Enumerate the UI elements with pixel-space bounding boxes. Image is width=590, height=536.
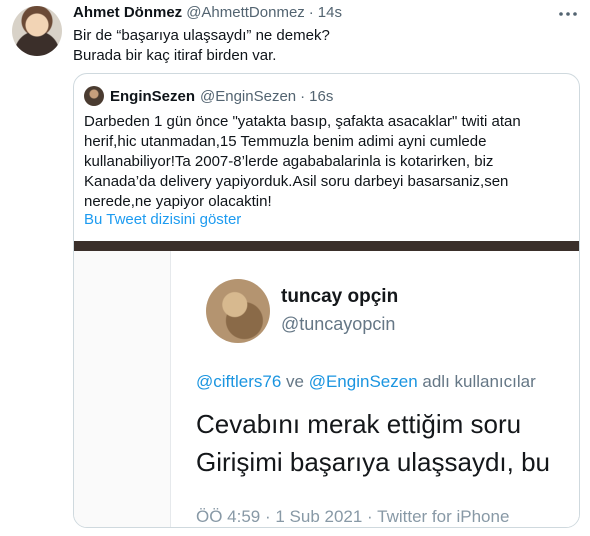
- tweet[interactable]: Ahmet Dönmez @AhmettDonmez · 14s Bir de …: [0, 0, 590, 536]
- quoted-text-line: herif,hic utanmadan,15 Temmuzla benim ad…: [84, 133, 487, 150]
- quoted-author-name: EnginSezen: [110, 87, 196, 105]
- embedded-tweet-meta: ÖÖ 4:59 · 1 Sub 2021 · Twitter for iPhon…: [196, 507, 510, 526]
- tweet-text: Bir de “başarıya ulaşsaydı” ne demek? Bu…: [73, 26, 573, 66]
- embedded-reply-connector: ve: [281, 372, 309, 391]
- embedded-tweet-text: Cevabını merak ettiğim soru Girişimi baş…: [196, 405, 550, 481]
- tweet-text-line: Burada bir kaç itiraf birden var.: [73, 47, 277, 64]
- embedded-reply-line: @ciftlers76 ve @EnginSezen adlı kullanıc…: [196, 372, 536, 392]
- quoted-text-line: Kanada’da delivery yapiyorduk.Asil soru …: [84, 173, 509, 190]
- media-top-bar: [74, 241, 579, 251]
- tweet-time[interactable]: 14s: [318, 4, 342, 21]
- tweet-text-line: Bir de “başarıya ulaşsaydı” ne demek?: [73, 27, 330, 44]
- quoted-text-line: Darbeden 1 gün önce "yatakta basıp, şafa…: [84, 113, 521, 130]
- quoted-text-line: kullanabiliyor!Ta 2007-8’lerde agababala…: [84, 153, 494, 170]
- author-handle[interactable]: @AhmettDonmez: [186, 4, 305, 21]
- embedded-author-name: tuncay opçin: [281, 286, 399, 307]
- quoted-media-image[interactable]: tuncay opçin @tuncayopcin @ciftlers76 ve…: [74, 241, 579, 527]
- separator-dot: ·: [308, 4, 314, 21]
- show-thread-link[interactable]: Bu Tweet dizisini göster: [84, 211, 241, 228]
- embedded-avatar: [206, 279, 270, 343]
- more-icon[interactable]: [558, 6, 578, 22]
- more-icon-glyph: [559, 12, 577, 16]
- tweet-header: Ahmet Dönmez @AhmettDonmez · 14s: [73, 4, 342, 24]
- author-name[interactable]: Ahmet Dönmez: [73, 4, 182, 21]
- embedded-reply-suffix: adlı kullanıcılar: [417, 372, 536, 391]
- embedded-text-line: Cevabını merak ettiğim soru: [196, 409, 522, 439]
- embedded-author-handle: @tuncayopcin: [281, 314, 396, 334]
- quoted-text-line: nerede,ne yapiyor olacaktin!: [84, 193, 272, 210]
- quoted-tweet[interactable]: EnginSezen @EnginSezen · 16s Darbeden 1 …: [73, 73, 580, 528]
- quoted-avatar: [84, 86, 104, 106]
- embedded-mention: @EnginSezen: [308, 372, 418, 391]
- avatar[interactable]: [12, 6, 62, 56]
- embedded-text-line: Girişimi başarıya ulaşsaydı, bu: [196, 447, 551, 477]
- quoted-tweet-time: 16s: [309, 87, 334, 105]
- quoted-tweet-text: Darbeden 1 gün önce "yatakta basıp, şafa…: [84, 112, 574, 212]
- separator-dot: ·: [300, 87, 306, 105]
- quoted-tweet-header: EnginSezen @EnginSezen · 16s: [84, 86, 333, 106]
- embedded-mention: @ciftlers76: [196, 372, 282, 391]
- quoted-author-handle: @EnginSezen: [200, 87, 297, 105]
